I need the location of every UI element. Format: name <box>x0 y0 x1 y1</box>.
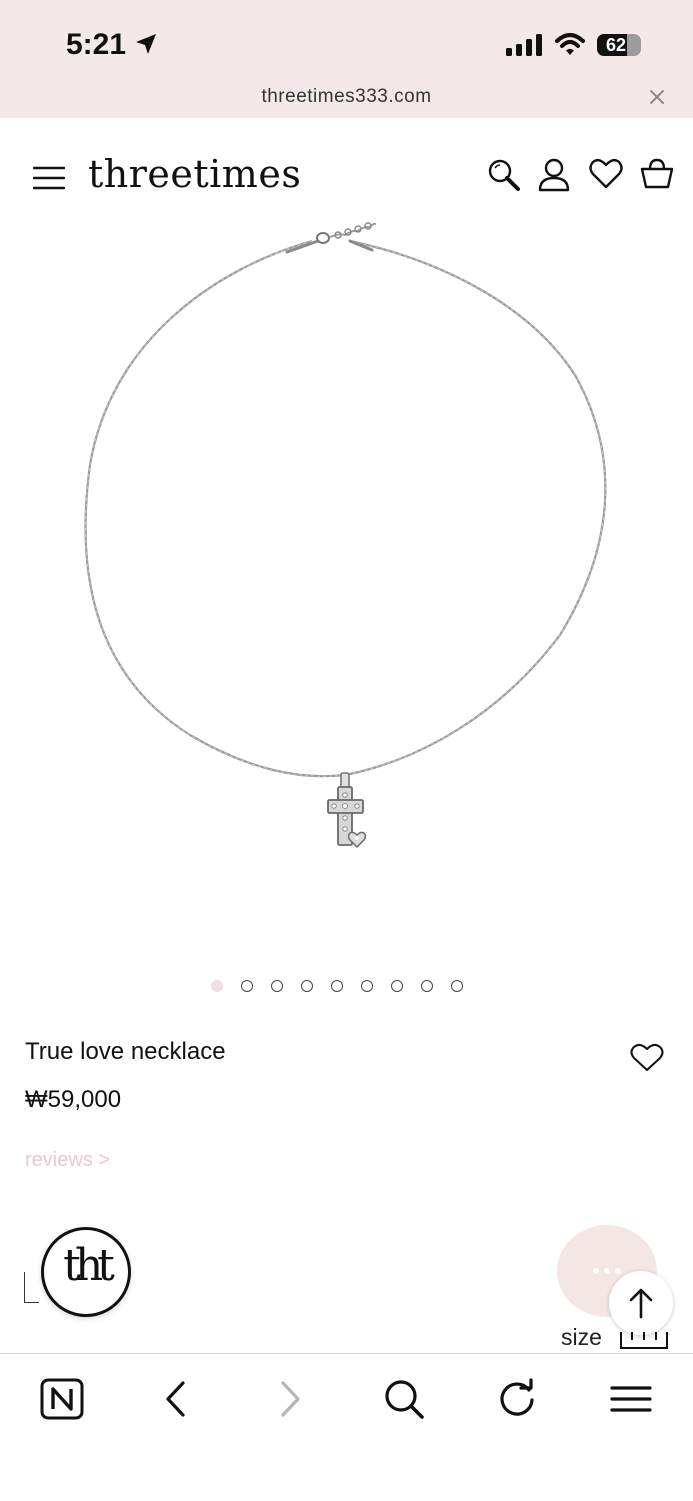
carousel-dot[interactable] <box>391 980 403 992</box>
carousel-dot[interactable] <box>361 980 373 992</box>
arrow-up-icon <box>629 1288 653 1319</box>
tht-badge-text: tht <box>63 1240 115 1291</box>
naver-icon[interactable] <box>40 1378 84 1420</box>
wifi-icon <box>555 33 585 55</box>
cart-icon[interactable] <box>640 158 674 190</box>
scroll-to-top-button[interactable] <box>609 1271 673 1335</box>
product-price: ₩59,000 <box>25 1086 122 1113</box>
carousel-dot[interactable] <box>421 980 433 992</box>
image-carousel-dots <box>211 980 463 992</box>
menu-icon[interactable] <box>610 1378 652 1420</box>
search-icon[interactable] <box>383 1378 425 1420</box>
site-header: threetimes <box>0 118 693 228</box>
menu-icon[interactable] <box>33 166 65 190</box>
partial-icon <box>24 1272 39 1303</box>
product-image[interactable] <box>0 215 693 975</box>
carousel-dot[interactable] <box>331 980 343 992</box>
browser-url[interactable]: threetimes333.com <box>0 86 693 108</box>
heart-icon[interactable] <box>589 158 623 190</box>
carousel-dot[interactable] <box>271 980 283 992</box>
reviews-link[interactable]: reviews > <box>25 1149 110 1172</box>
carousel-dot[interactable] <box>241 980 253 992</box>
tht-logo-badge[interactable]: tht <box>41 1227 131 1317</box>
wishlist-heart-icon[interactable] <box>630 1043 664 1073</box>
user-icon[interactable] <box>538 158 570 192</box>
search-icon[interactable] <box>487 158 521 192</box>
battery-indicator: 62 <box>597 34 641 58</box>
carousel-dot[interactable] <box>211 980 223 992</box>
refresh-icon[interactable] <box>496 1378 538 1420</box>
location-arrow-icon <box>136 34 156 54</box>
close-icon[interactable] <box>648 88 666 106</box>
cellular-signal-icon <box>506 34 542 56</box>
back-icon[interactable] <box>160 1378 190 1420</box>
product-name: True love necklace <box>25 1038 226 1065</box>
forward-icon[interactable] <box>276 1378 306 1420</box>
status-time: 5:21 <box>66 28 127 61</box>
status-bar: 5:21 62 threetimes333.com <box>0 0 693 119</box>
ruler-icon[interactable] <box>620 1330 668 1350</box>
site-logo[interactable]: threetimes <box>88 152 301 196</box>
carousel-dot[interactable] <box>301 980 313 992</box>
browser-bottom-toolbar <box>0 1353 693 1501</box>
battery-percent: 62 <box>605 35 627 55</box>
size-guide-label[interactable]: size <box>561 1324 602 1351</box>
carousel-dot[interactable] <box>451 980 463 992</box>
